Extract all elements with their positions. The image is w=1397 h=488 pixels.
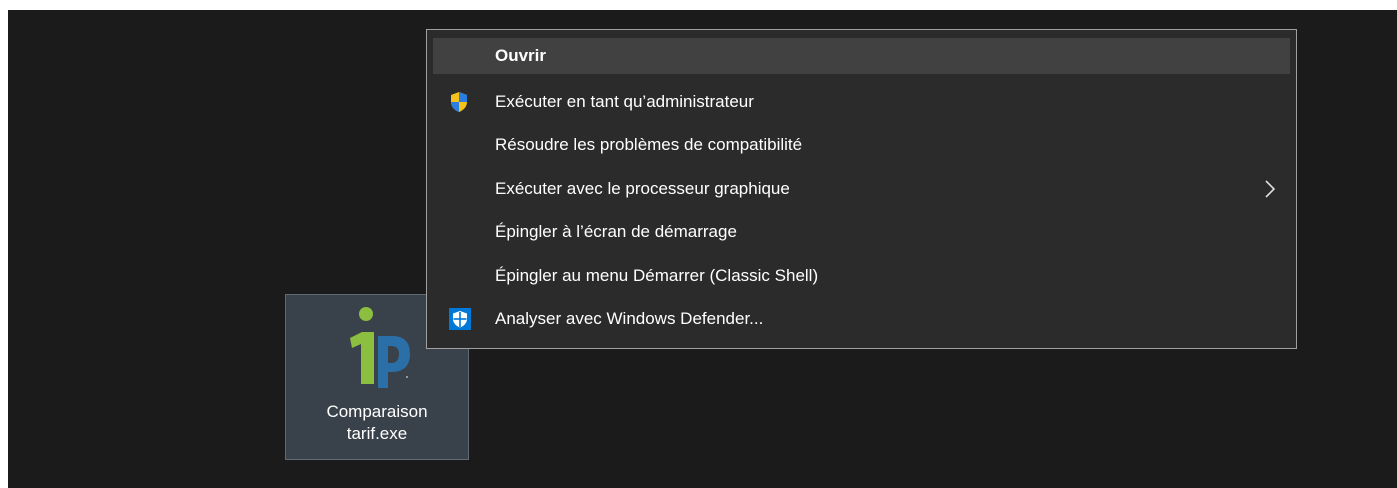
menu-item-label: Ouvrir bbox=[495, 46, 547, 65]
menu-item-ouvrir[interactable]: Ouvrir bbox=[433, 38, 1290, 74]
menu-item-troubleshoot-compatibility[interactable]: Résoudre les problèmes de compatibilité bbox=[433, 124, 1290, 168]
menu-item-label: Résoudre les problèmes de compatibilité bbox=[495, 135, 803, 155]
context-menu: Ouvrir Exécuter en tant qu’administrateu… bbox=[426, 29, 1297, 349]
menu-item-label: Épingler à l’écran de démarrage bbox=[495, 222, 737, 242]
menu-item-run-as-admin[interactable]: Exécuter en tant qu’administrateur bbox=[433, 80, 1290, 124]
app-logo-icon bbox=[350, 307, 410, 388]
windows-defender-icon bbox=[449, 308, 471, 331]
file-name-label: Comparaison tarif.exe bbox=[326, 402, 428, 443]
desktop: Comparaison tarif.exe Ouvrir Exécuter en… bbox=[8, 10, 1397, 488]
menu-item-label: Exécuter en tant qu’administrateur bbox=[495, 91, 754, 111]
menu-item-scan-with-defender[interactable]: Analyser avec Windows Defender... bbox=[433, 298, 1290, 342]
menu-item-label: Épingler au menu Démarrer (Classic Shell… bbox=[495, 265, 819, 285]
menu-item-run-with-gpu[interactable]: Exécuter avec le processeur graphique bbox=[433, 167, 1290, 211]
uac-shield-icon bbox=[451, 91, 467, 112]
menu-item-label: Exécuter avec le processeur graphique bbox=[495, 178, 790, 198]
chevron-right-icon bbox=[1265, 180, 1276, 198]
menu-item-label: Analyser avec Windows Defender... bbox=[495, 309, 764, 329]
menu-item-pin-to-start-screen[interactable]: Épingler à l’écran de démarrage bbox=[433, 211, 1290, 255]
menu-item-pin-to-classic-shell[interactable]: Épingler au menu Démarrer (Classic Shell… bbox=[433, 254, 1290, 298]
